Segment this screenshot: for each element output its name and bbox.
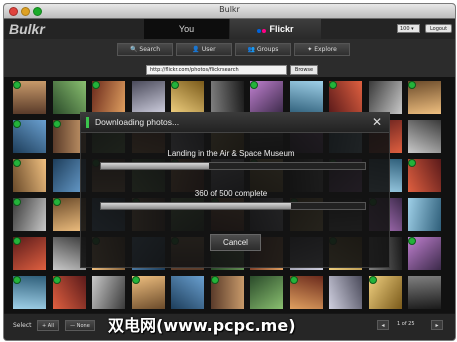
selected-check-icon bbox=[131, 276, 140, 284]
selected-check-icon bbox=[408, 237, 416, 245]
title-bar: Bulkr bbox=[4, 4, 455, 19]
photo-thumbnail[interactable] bbox=[408, 81, 441, 114]
logout-button[interactable]: Logout bbox=[425, 24, 452, 33]
photo-thumbnail[interactable] bbox=[13, 81, 46, 114]
explore-icon: ✦ bbox=[307, 46, 313, 53]
header: Bulkr You Flickr 100 ▾ Logout bbox=[4, 19, 455, 39]
selected-check-icon bbox=[13, 159, 21, 167]
dialog-title: Downloading photos... bbox=[95, 117, 180, 127]
photo-thumbnail[interactable] bbox=[131, 81, 165, 114]
flickr-logo-icon bbox=[257, 20, 267, 40]
photo-thumbnail[interactable] bbox=[408, 276, 441, 309]
selected-check-icon bbox=[171, 81, 179, 89]
nav-bar: 🔍 Search 👤 User 👥 Groups ✦ Explore bbox=[4, 39, 455, 63]
selected-check-icon bbox=[13, 81, 21, 89]
photo-thumbnail[interactable] bbox=[368, 81, 402, 114]
url-row: http://flickr.com/photos/flickrsearch Br… bbox=[4, 63, 455, 77]
download-icon bbox=[86, 117, 89, 128]
photo-thumbnail[interactable] bbox=[92, 276, 125, 309]
next-page-button[interactable]: ▸ bbox=[431, 320, 443, 330]
watermark: 双电网(www.pcpc.me) bbox=[108, 316, 296, 335]
nav-explore-button[interactable]: ✦ Explore bbox=[294, 43, 350, 56]
url-input[interactable]: http://flickr.com/photos/flickrsearch bbox=[146, 65, 287, 75]
nav-explore-label: Explore bbox=[314, 46, 337, 53]
photo-thumbnail[interactable] bbox=[13, 120, 46, 153]
select-none-button[interactable]: — None bbox=[65, 320, 95, 331]
nav-search-button[interactable]: 🔍 Search bbox=[117, 43, 173, 56]
prev-page-button[interactable]: ◂ bbox=[377, 320, 389, 330]
photo-thumbnail[interactable] bbox=[250, 276, 283, 309]
current-item-label: Landing in the Air & Space Museum bbox=[167, 149, 295, 158]
photo-thumbnail[interactable] bbox=[250, 81, 283, 114]
selected-check-icon bbox=[408, 159, 416, 167]
select-label: Select bbox=[13, 322, 32, 329]
tab-flickr[interactable]: Flickr bbox=[230, 19, 321, 39]
photo-thumbnail[interactable] bbox=[92, 81, 125, 114]
tab-you-label: You bbox=[178, 24, 195, 34]
per-page-select[interactable]: 100 ▾ bbox=[397, 24, 420, 33]
app-logo: Bulkr bbox=[9, 21, 45, 37]
photo-thumbnail[interactable] bbox=[131, 276, 165, 309]
photo-thumbnail[interactable] bbox=[408, 159, 441, 192]
page-indicator: 1 of 25 bbox=[397, 321, 415, 327]
photo-thumbnail[interactable] bbox=[408, 198, 441, 231]
groups-icon: 👥 bbox=[247, 46, 256, 53]
user-icon: 👤 bbox=[192, 46, 200, 53]
photo-thumbnail[interactable] bbox=[368, 276, 402, 309]
selected-check-icon bbox=[250, 81, 258, 89]
selected-check-icon bbox=[408, 81, 416, 89]
selected-check-icon bbox=[368, 276, 377, 284]
selected-check-icon bbox=[329, 81, 337, 89]
photo-thumbnail[interactable] bbox=[408, 237, 441, 270]
selected-check-icon bbox=[52, 198, 61, 206]
photo-thumbnail[interactable] bbox=[210, 276, 244, 309]
tab-you[interactable]: You bbox=[144, 19, 229, 39]
selected-check-icon bbox=[210, 276, 219, 284]
photo-thumbnail[interactable] bbox=[13, 276, 46, 309]
selected-check-icon bbox=[289, 276, 298, 284]
app-window: Bulkr Bulkr You Flickr 100 ▾ Logout 🔍 Sea… bbox=[3, 3, 456, 341]
nav-search-label: Search bbox=[139, 46, 161, 53]
overall-progress-fill bbox=[101, 203, 292, 209]
photo-thumbnail[interactable] bbox=[13, 237, 46, 270]
selected-check-icon bbox=[13, 120, 21, 128]
photo-thumbnail[interactable] bbox=[210, 81, 244, 114]
window-title: Bulkr bbox=[219, 5, 240, 14]
photo-thumbnail[interactable] bbox=[171, 276, 204, 309]
photo-thumbnail[interactable] bbox=[13, 198, 46, 231]
selected-check-icon bbox=[92, 81, 100, 89]
select-all-button[interactable]: + All bbox=[37, 320, 59, 331]
search-icon: 🔍 bbox=[129, 46, 138, 53]
cancel-button[interactable]: Cancel bbox=[210, 234, 261, 251]
overall-progress-label: 360 of 500 complete bbox=[194, 189, 268, 198]
photo-thumbnail[interactable] bbox=[13, 159, 46, 192]
photo-thumbnail[interactable] bbox=[52, 276, 86, 309]
selected-check-icon bbox=[13, 198, 21, 206]
photo-thumbnail[interactable] bbox=[289, 81, 323, 114]
item-progress-fill bbox=[101, 163, 210, 169]
photo-thumbnail[interactable] bbox=[408, 120, 441, 153]
tab-flickr-label: Flickr bbox=[269, 24, 294, 34]
close-icon[interactable]: ✕ bbox=[372, 115, 382, 129]
photo-thumbnail[interactable] bbox=[52, 81, 86, 114]
nav-groups-button[interactable]: 👥 Groups bbox=[235, 43, 291, 56]
item-progress-bar bbox=[100, 162, 366, 170]
selected-check-icon bbox=[52, 120, 61, 128]
photo-thumbnail[interactable] bbox=[329, 276, 362, 309]
dialog-header: Downloading photos... ✕ bbox=[81, 113, 389, 133]
selected-check-icon bbox=[52, 276, 61, 284]
selected-check-icon bbox=[13, 237, 21, 245]
selected-check-icon bbox=[13, 276, 21, 284]
photo-thumbnail[interactable] bbox=[171, 81, 204, 114]
nav-user-label: User bbox=[201, 46, 216, 53]
nav-groups-label: Groups bbox=[257, 46, 279, 53]
nav-user-button[interactable]: 👤 User bbox=[176, 43, 232, 56]
photo-thumbnail[interactable] bbox=[329, 81, 362, 114]
photo-thumbnail[interactable] bbox=[289, 276, 323, 309]
browse-button[interactable]: Browse bbox=[290, 65, 318, 75]
overall-progress-bar bbox=[100, 202, 366, 210]
